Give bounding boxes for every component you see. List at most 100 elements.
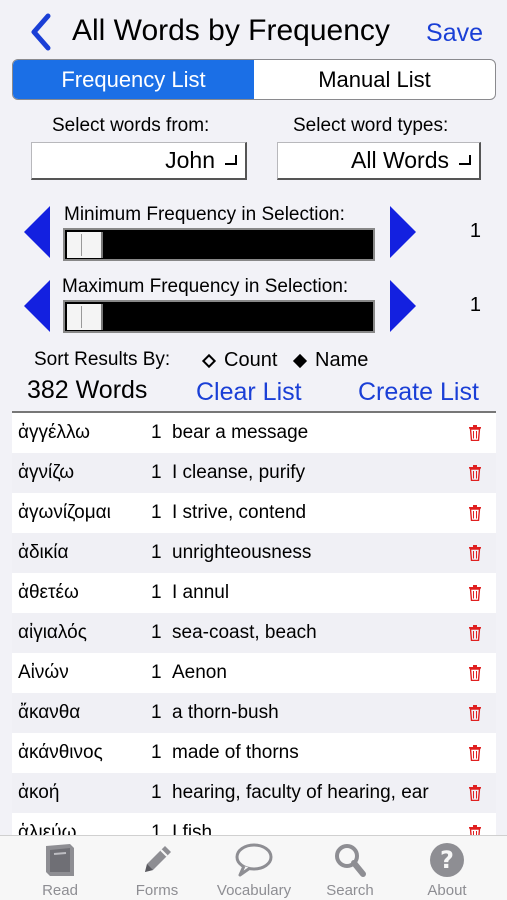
tab-read[interactable]: Read: [15, 842, 105, 899]
segment-frequency-list[interactable]: Frequency List: [13, 60, 254, 99]
word-frequency: 1: [151, 742, 162, 763]
min-increase-arrow-icon[interactable]: [388, 206, 418, 258]
word-row[interactable]: ἀκάνθινος 1 made of thorns: [12, 733, 496, 773]
navigation-bar: All Words by Frequency Save: [0, 0, 507, 60]
min-slider-thumb[interactable]: [67, 232, 103, 258]
word-row[interactable]: ἀθετέω 1 I annul: [12, 573, 496, 613]
word-definition: unrighteousness: [172, 542, 312, 563]
tab-search[interactable]: Search: [305, 842, 395, 899]
segment-manual-list[interactable]: Manual List: [254, 60, 495, 99]
greek-word: Αἰνών: [18, 662, 69, 683]
question-icon: ?: [430, 843, 464, 877]
max-frequency-label: Maximum Frequency in Selection:: [62, 276, 349, 297]
trash-icon[interactable]: [468, 465, 482, 481]
word-frequency: 1: [151, 542, 162, 563]
dropdown-corner-icon: [459, 155, 471, 165]
min-frequency-value: 1: [469, 220, 481, 242]
max-decrease-arrow-icon[interactable]: [22, 280, 52, 332]
word-row[interactable]: αἰγιαλός 1 sea-coast, beach: [12, 613, 496, 653]
selected-diamond-icon: [292, 353, 308, 368]
trash-icon[interactable]: [468, 425, 482, 441]
sort-option-count-label: Count: [224, 349, 278, 371]
tab-about[interactable]: ? About: [402, 842, 492, 899]
min-frequency-slider[interactable]: [63, 228, 375, 261]
save-button[interactable]: Save: [426, 19, 483, 48]
book-icon: [46, 844, 74, 876]
min-decrease-arrow-icon[interactable]: [22, 206, 52, 258]
word-row[interactable]: ἀδικία 1 unrighteousness: [12, 533, 496, 573]
word-definition: made of thorns: [172, 742, 299, 763]
max-slider-thumb[interactable]: [67, 304, 103, 330]
dropdown-corner-icon: [225, 155, 237, 165]
unselected-diamond-icon: [201, 353, 217, 368]
word-list[interactable]: ἀγγέλλω 1 bear a message ἁγνίζω 1 I cleanse, …: [12, 411, 496, 835]
tab-vocabulary-label: Vocabulary: [216, 882, 292, 899]
word-row[interactable]: ἁλιεύω 1 I fish: [12, 813, 496, 835]
max-frequency-slider[interactable]: [63, 300, 375, 333]
speech-bubble-icon: [235, 843, 273, 877]
max-frequency-value: 1: [469, 294, 481, 316]
word-definition: sea-coast, beach: [172, 622, 317, 643]
trash-icon[interactable]: [468, 705, 482, 721]
trash-icon[interactable]: [468, 825, 482, 835]
word-row[interactable]: ἁγνίζω 1 I cleanse, purify: [12, 453, 496, 493]
word-definition: bear a message: [172, 422, 309, 443]
word-row[interactable]: ἀκοή 1 hearing, faculty of hearing, ear: [12, 773, 496, 813]
greek-word: ἀθετέω: [18, 582, 79, 603]
word-frequency: 1: [151, 822, 162, 835]
tab-vocabulary[interactable]: Vocabulary: [209, 842, 299, 899]
trash-icon[interactable]: [468, 745, 482, 761]
select-words-label: Select words from:: [52, 115, 210, 136]
tab-forms-label: Forms: [135, 882, 179, 899]
tab-forms[interactable]: Forms: [112, 842, 202, 899]
word-type-dropdown[interactable]: All Words: [277, 142, 481, 180]
word-frequency: 1: [151, 462, 162, 483]
trash-icon[interactable]: [468, 505, 482, 521]
max-increase-arrow-icon[interactable]: [388, 280, 418, 332]
word-count: 382 Words: [27, 376, 148, 404]
pencil-icon: [145, 846, 171, 872]
word-definition: I annul: [172, 582, 230, 603]
word-frequency: 1: [151, 422, 162, 443]
greek-word: ἀκοή: [18, 782, 60, 803]
tab-bar: Read Forms Vocabulary Search ? About: [0, 835, 507, 900]
trash-icon[interactable]: [468, 665, 482, 681]
word-type-value: All Words: [351, 147, 449, 173]
word-frequency: 1: [151, 622, 162, 643]
sort-option-count[interactable]: Count: [201, 349, 278, 372]
word-frequency: 1: [151, 582, 162, 603]
trash-icon[interactable]: [468, 585, 482, 601]
word-row[interactable]: ἀγωνίζομαι 1 I strive, contend: [12, 493, 496, 533]
book-select-value: John: [165, 147, 215, 173]
greek-word: ἀδικία: [18, 542, 69, 563]
select-types-label: Select word types:: [293, 115, 449, 136]
word-row[interactable]: ἄκανθα 1 a thorn-bush: [12, 693, 496, 733]
greek-word: ἁγνίζω: [18, 462, 75, 483]
word-frequency: 1: [151, 502, 162, 523]
word-definition: a thorn-bush: [172, 702, 279, 723]
magnifier-icon: [335, 844, 366, 877]
tab-read-label: Read: [42, 882, 78, 899]
sort-option-name-label: Name: [315, 349, 369, 371]
tab-search-label: Search: [326, 882, 374, 899]
min-frequency-label: Minimum Frequency in Selection:: [64, 204, 345, 225]
trash-icon[interactable]: [468, 625, 482, 641]
word-row[interactable]: Αἰνών 1 Aenon: [12, 653, 496, 693]
chevron-left-icon[interactable]: [28, 12, 54, 52]
word-definition: hearing, faculty of hearing, ear: [172, 782, 429, 803]
word-definition: I cleanse, purify: [172, 462, 306, 483]
sort-option-name[interactable]: Name: [292, 349, 369, 372]
svg-text:?: ?: [440, 846, 454, 874]
greek-word: ἀκάνθινος: [18, 742, 103, 763]
word-row[interactable]: ἀγγέλλω 1 bear a message: [12, 413, 496, 453]
greek-word: ἁλιεύω: [18, 822, 77, 835]
trash-icon[interactable]: [468, 545, 482, 561]
clear-list-button[interactable]: Clear List: [196, 378, 302, 407]
greek-word: ἀγγέλλω: [18, 422, 91, 443]
trash-icon[interactable]: [468, 785, 482, 801]
greek-word: ἀγωνίζομαι: [18, 502, 111, 523]
book-select-dropdown[interactable]: John: [31, 142, 247, 180]
word-definition: I strive, contend: [172, 502, 307, 523]
create-list-button[interactable]: Create List: [358, 378, 479, 407]
word-definition: I fish: [172, 822, 213, 835]
